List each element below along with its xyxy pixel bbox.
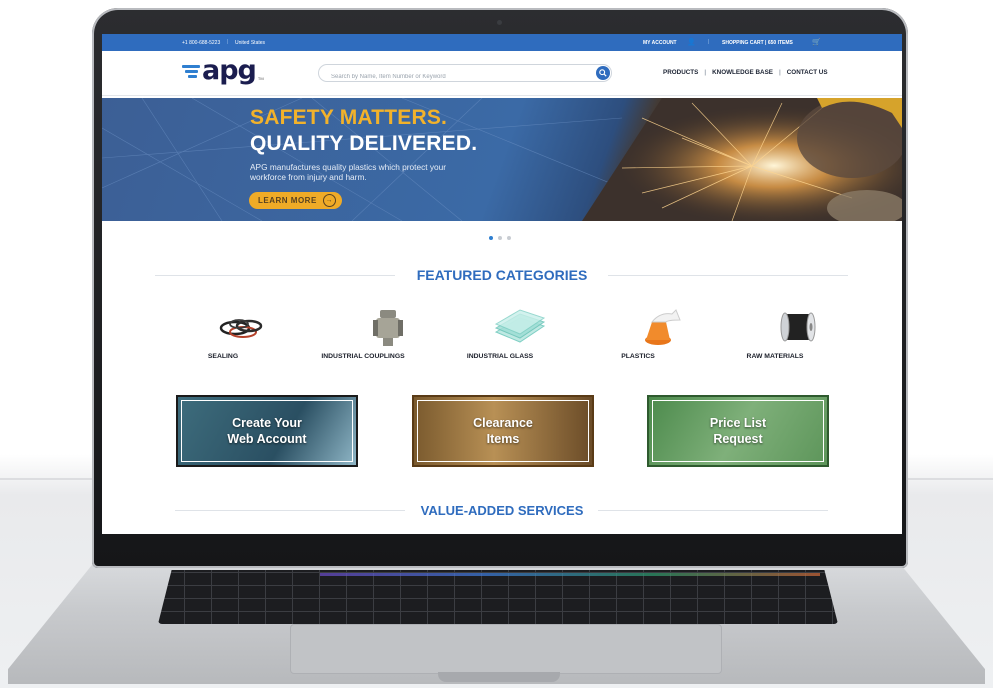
- price-list-request-tile[interactable]: Price List Request: [647, 395, 829, 467]
- laptop-trackpad: [290, 624, 722, 674]
- tile-label-line-2: Items: [486, 432, 520, 446]
- category-label: PLASTICS: [621, 353, 655, 360]
- utility-bar: +1 800-688-5223 | United States MY ACCOU…: [102, 34, 902, 51]
- nav-products[interactable]: PRODUCTS: [657, 69, 704, 76]
- search-icon: [599, 69, 607, 77]
- featured-categories-heading: FEATURED CATEGORIES: [416, 267, 588, 283]
- carousel-dot-1[interactable]: [489, 236, 493, 240]
- hero-description: APG manufactures quality plastics which …: [250, 162, 446, 182]
- country-selector[interactable]: United States: [235, 40, 265, 46]
- o-rings-icon: [153, 306, 293, 350]
- category-industrial-glass[interactable]: INDUSTRIAL GLASS: [430, 306, 570, 360]
- category-label: SEALING: [207, 353, 239, 360]
- learn-more-button[interactable]: LEARN MORE →: [249, 192, 342, 209]
- category-raw-materials[interactable]: RAW MATERIALS: [705, 306, 845, 360]
- plastics-icon: [568, 306, 708, 350]
- utility-separator: |: [227, 39, 229, 45]
- clearance-items-tile[interactable]: Clearance Items: [412, 395, 594, 467]
- my-account-link[interactable]: MY ACCOUNT: [643, 40, 677, 46]
- category-label: RAW MATERIALS: [746, 353, 804, 360]
- utility-separator: |: [708, 39, 710, 45]
- website-screen: +1 800-688-5223 | United States MY ACCOU…: [102, 34, 902, 534]
- category-industrial-couplings[interactable]: INDUSTRIAL COUPLINGS: [293, 306, 433, 360]
- shopping-cart-link[interactable]: SHOPPING CART | 650 ITEMS: [722, 40, 793, 46]
- main-nav: PRODUCTS | KNOWLEDGE BASE | CONTACT US: [657, 69, 834, 76]
- laptop-keyboard: [158, 570, 838, 624]
- logo-stripes-icon: [182, 64, 200, 78]
- category-label: INDUSTRIAL COUPLINGS: [321, 353, 405, 360]
- learn-more-label: LEARN MORE: [258, 196, 317, 205]
- search-box: [318, 64, 612, 82]
- tile-label-line-1: Clearance: [473, 416, 533, 430]
- tile-label: Price List Request: [649, 415, 827, 447]
- welding-sparks-image: [582, 98, 902, 221]
- hero-headline-quality: QUALITY DELIVERED.: [250, 132, 478, 155]
- category-plastics[interactable]: PLASTICS: [568, 306, 708, 360]
- cart-icon[interactable]: 🛒: [812, 38, 821, 46]
- tile-label-line-2: Web Account: [227, 432, 307, 446]
- spool-icon: [705, 306, 845, 350]
- logo-trademark: TM: [257, 75, 264, 81]
- search-input[interactable]: [329, 73, 593, 81]
- laptop-front-notch: [438, 672, 560, 682]
- tile-label-line-1: Create Your: [232, 416, 302, 430]
- search-button[interactable]: [596, 66, 610, 80]
- user-icon[interactable]: 👤: [687, 38, 696, 46]
- carousel-dot-3[interactable]: [507, 236, 511, 240]
- category-sealing[interactable]: SEALING: [153, 306, 293, 360]
- tile-label: Clearance Items: [414, 415, 592, 447]
- glass-sheets-icon: [430, 306, 570, 350]
- laptop-touchbar: [320, 573, 820, 576]
- phone-link[interactable]: +1 800-688-5223: [182, 40, 220, 46]
- apg-logo[interactable]: apg TM: [182, 55, 264, 86]
- tile-label-line-2: Request: [713, 432, 763, 446]
- value-added-services-heading: VALUE-ADDED SERVICES: [420, 503, 584, 518]
- category-label: INDUSTRIAL GLASS: [466, 353, 534, 360]
- hero-headline-safety: SAFETY MATTERS.: [250, 106, 448, 129]
- hero-banner[interactable]: SAFETY MATTERS. QUALITY DELIVERED. APG m…: [102, 98, 902, 221]
- arrow-right-icon: →: [322, 194, 336, 207]
- logo-wordmark: apg: [202, 55, 257, 86]
- create-account-tile[interactable]: Create Your Web Account: [176, 395, 358, 467]
- tile-label-line-1: Price List: [709, 416, 767, 430]
- coupling-icon: [293, 306, 433, 350]
- tile-label: Create Your Web Account: [178, 415, 356, 447]
- carousel-dot-2[interactable]: [498, 236, 502, 240]
- camera-dot: [497, 20, 502, 25]
- carousel-dots: [489, 236, 511, 240]
- nav-knowledge-base[interactable]: KNOWLEDGE BASE: [706, 69, 779, 76]
- nav-contact-us[interactable]: CONTACT US: [781, 69, 834, 76]
